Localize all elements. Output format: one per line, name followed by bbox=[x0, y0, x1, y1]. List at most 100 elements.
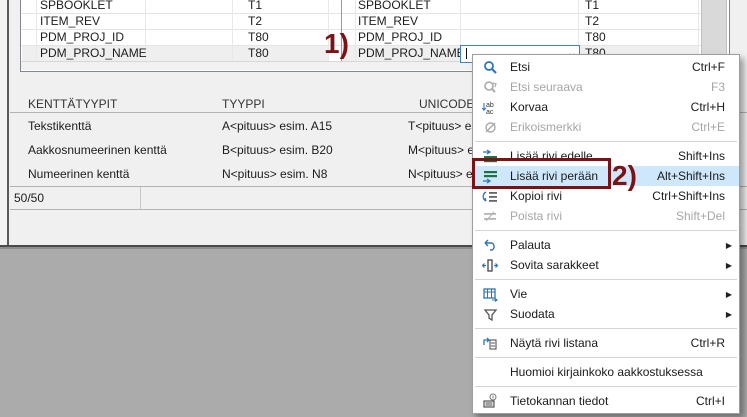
annotation-step-1: 1) bbox=[324, 28, 349, 60]
submenu-arrow-icon: ▶ bbox=[726, 261, 732, 270]
fit-columns-icon bbox=[481, 257, 499, 273]
legend-row-type: N<pituus> esim. N8 bbox=[222, 166, 327, 182]
menu-separator bbox=[473, 137, 739, 146]
legend-header-type: TYYPPI bbox=[222, 96, 265, 112]
menu-item-export[interactable]: Vie ▶ bbox=[473, 284, 739, 304]
legend-row-label: Aakkosnumeerinen kenttä bbox=[28, 142, 167, 158]
dialog-left-edge bbox=[0, 0, 7, 246]
menu-separator bbox=[473, 226, 739, 235]
submenu-arrow-icon: ▶ bbox=[726, 290, 732, 299]
grid-cell-name[interactable]: PDM_PROJ_ID bbox=[40, 29, 124, 45]
menu-item-label: Suodata bbox=[510, 307, 555, 321]
menu-item-label: Huomioi kirjainkoko aakkostuksessa bbox=[510, 365, 703, 379]
menu-item-restore[interactable]: Palauta ▶ bbox=[473, 235, 739, 255]
menu-item-database-info[interactable]: Tietokannan tiedot Ctrl+I bbox=[473, 391, 739, 411]
legend-row-label: Tekstikenttä bbox=[28, 118, 91, 134]
menu-item-shortcut: Ctrl+I bbox=[696, 394, 739, 408]
grid-cell-type[interactable]: T80 bbox=[248, 45, 269, 61]
menu-item-shortcut: Ctrl+Shift+Ins bbox=[652, 189, 739, 203]
grid-col-line bbox=[355, 0, 356, 61]
menu-item-shortcut: F3 bbox=[711, 80, 739, 94]
dialog-left-border bbox=[7, 0, 9, 246]
legend-header-fieldtypes: KENTTÄTYYPIT bbox=[28, 96, 117, 112]
menu-item-case-sensitive-sort[interactable]: Huomioi kirjainkoko aakkostuksessa bbox=[473, 362, 739, 382]
export-table-icon bbox=[481, 286, 499, 302]
menu-item-label: Etsi bbox=[510, 60, 530, 74]
grid-col-line bbox=[232, 0, 233, 61]
undo-icon bbox=[481, 237, 499, 253]
annotation-highlight-box bbox=[472, 158, 611, 189]
screen: SPBOOKLET ITEM_REV PDM_PROJ_ID PDM_PROJ_… bbox=[0, 0, 747, 417]
grid-cell-name[interactable]: PDM_PROJ_NAME bbox=[40, 45, 147, 61]
row-count-status: 50/50 bbox=[14, 190, 44, 206]
filter-icon bbox=[481, 306, 499, 322]
menu-item-label: Palauta bbox=[510, 238, 551, 252]
grid-cell-name[interactable]: PDM_PROJ_ID bbox=[358, 29, 442, 45]
menu-item-fit-columns[interactable]: Sovita sarakkeet ▶ bbox=[473, 255, 739, 275]
menu-separator bbox=[473, 382, 739, 391]
grid-cell-type[interactable]: T1 bbox=[248, 0, 262, 13]
legend-row-label: Numeerinen kenttä bbox=[28, 166, 129, 182]
annotation-step-2: 2) bbox=[612, 160, 637, 192]
menu-item-delete-row[interactable]: Poista rivi Shift+Del bbox=[473, 206, 739, 226]
menu-item-shortcut: Alt+Shift+Ins bbox=[657, 169, 739, 183]
text-caret bbox=[466, 48, 467, 59]
search-icon bbox=[481, 59, 499, 75]
special-character-icon bbox=[481, 119, 499, 135]
search-next-icon bbox=[481, 79, 499, 95]
grid-cell-name[interactable]: ITEM_REV bbox=[40, 13, 100, 29]
delete-row-icon bbox=[481, 208, 499, 224]
context-menu: Etsi Ctrl+F Etsi seuraava F3 abac Korvaa… bbox=[472, 54, 740, 414]
menu-item-label: Sovita sarakkeet bbox=[510, 258, 599, 272]
menu-item-label: Tietokannan tiedot bbox=[510, 394, 608, 408]
svg-text:ac: ac bbox=[486, 109, 494, 115]
grid-col-line bbox=[698, 0, 699, 61]
grid-cell-name[interactable]: ITEM_REV bbox=[358, 13, 418, 29]
menu-item-label: Vie bbox=[510, 287, 527, 301]
statusbar-divider bbox=[140, 187, 141, 209]
menu-item-shortcut: Ctrl+F bbox=[692, 60, 739, 74]
legend-row-unicode: T<pituus> es bbox=[408, 118, 477, 134]
menu-item-label: Korvaa bbox=[510, 100, 548, 114]
svg-text:ab: ab bbox=[486, 102, 494, 109]
grid-cell-name[interactable]: SPBOOKLET bbox=[40, 0, 113, 13]
grid-cell-type[interactable]: T80 bbox=[585, 29, 606, 45]
legend-row-unicode: M<pituus> e bbox=[408, 142, 474, 158]
grid-col-line bbox=[36, 0, 37, 61]
menu-item-label: Poista rivi bbox=[510, 209, 562, 223]
legend-row-type: B<pituus> esim. B20 bbox=[222, 142, 333, 158]
legend-row-type: A<pituus> esim. A15 bbox=[222, 118, 332, 134]
submenu-arrow-icon: ▶ bbox=[726, 310, 732, 319]
menu-item-label: Kopioi rivi bbox=[510, 189, 562, 203]
legend-row-unicode: N<pituus> es bbox=[408, 166, 479, 182]
menu-item-replace[interactable]: abac Korvaa Ctrl+H bbox=[473, 97, 739, 117]
replace-icon: abac bbox=[481, 99, 499, 115]
menu-item-show-row-as-list[interactable]: Näytä rivi listana Ctrl+R bbox=[473, 333, 739, 353]
menu-item-filter[interactable]: Suodata ▶ bbox=[473, 304, 739, 324]
grid-cell-name[interactable]: SPBOOKLET bbox=[358, 0, 431, 13]
menu-item-label: Näytä rivi listana bbox=[510, 336, 598, 350]
menu-item-shortcut: Shift+Del bbox=[676, 209, 739, 223]
grid-cell-type[interactable]: T2 bbox=[585, 13, 599, 29]
menu-item-shortcut: Ctrl+R bbox=[691, 336, 739, 350]
copy-row-icon bbox=[481, 188, 499, 204]
no-icon bbox=[481, 364, 499, 380]
grid-cell-name[interactable]: PDM_PROJ_NAME bbox=[358, 45, 465, 61]
menu-item-find-next[interactable]: Etsi seuraava F3 bbox=[473, 77, 739, 97]
database-info-icon bbox=[481, 393, 499, 409]
menu-item-find[interactable]: Etsi Ctrl+F bbox=[473, 57, 739, 77]
menu-item-shortcut: Ctrl+H bbox=[691, 100, 739, 114]
menu-separator bbox=[473, 353, 739, 362]
show-row-as-list-icon bbox=[481, 335, 499, 351]
submenu-arrow-icon: ▶ bbox=[726, 241, 732, 250]
grid-cell-type[interactable]: T1 bbox=[585, 0, 599, 13]
menu-item-label: Etsi seuraava bbox=[510, 80, 583, 94]
menu-item-shortcut: Ctrl+E bbox=[691, 120, 739, 134]
grid-cell-type[interactable]: T80 bbox=[248, 29, 269, 45]
grid-cell-type[interactable]: T2 bbox=[248, 13, 262, 29]
menu-item-label: Erikoismerkki bbox=[510, 120, 581, 134]
menu-item-special-character[interactable]: Erikoismerkki Ctrl+E bbox=[473, 117, 739, 137]
menu-item-copy-row[interactable]: Kopioi rivi Ctrl+Shift+Ins bbox=[473, 186, 739, 206]
menu-separator bbox=[473, 275, 739, 284]
menu-item-shortcut: Shift+Ins bbox=[678, 149, 739, 163]
